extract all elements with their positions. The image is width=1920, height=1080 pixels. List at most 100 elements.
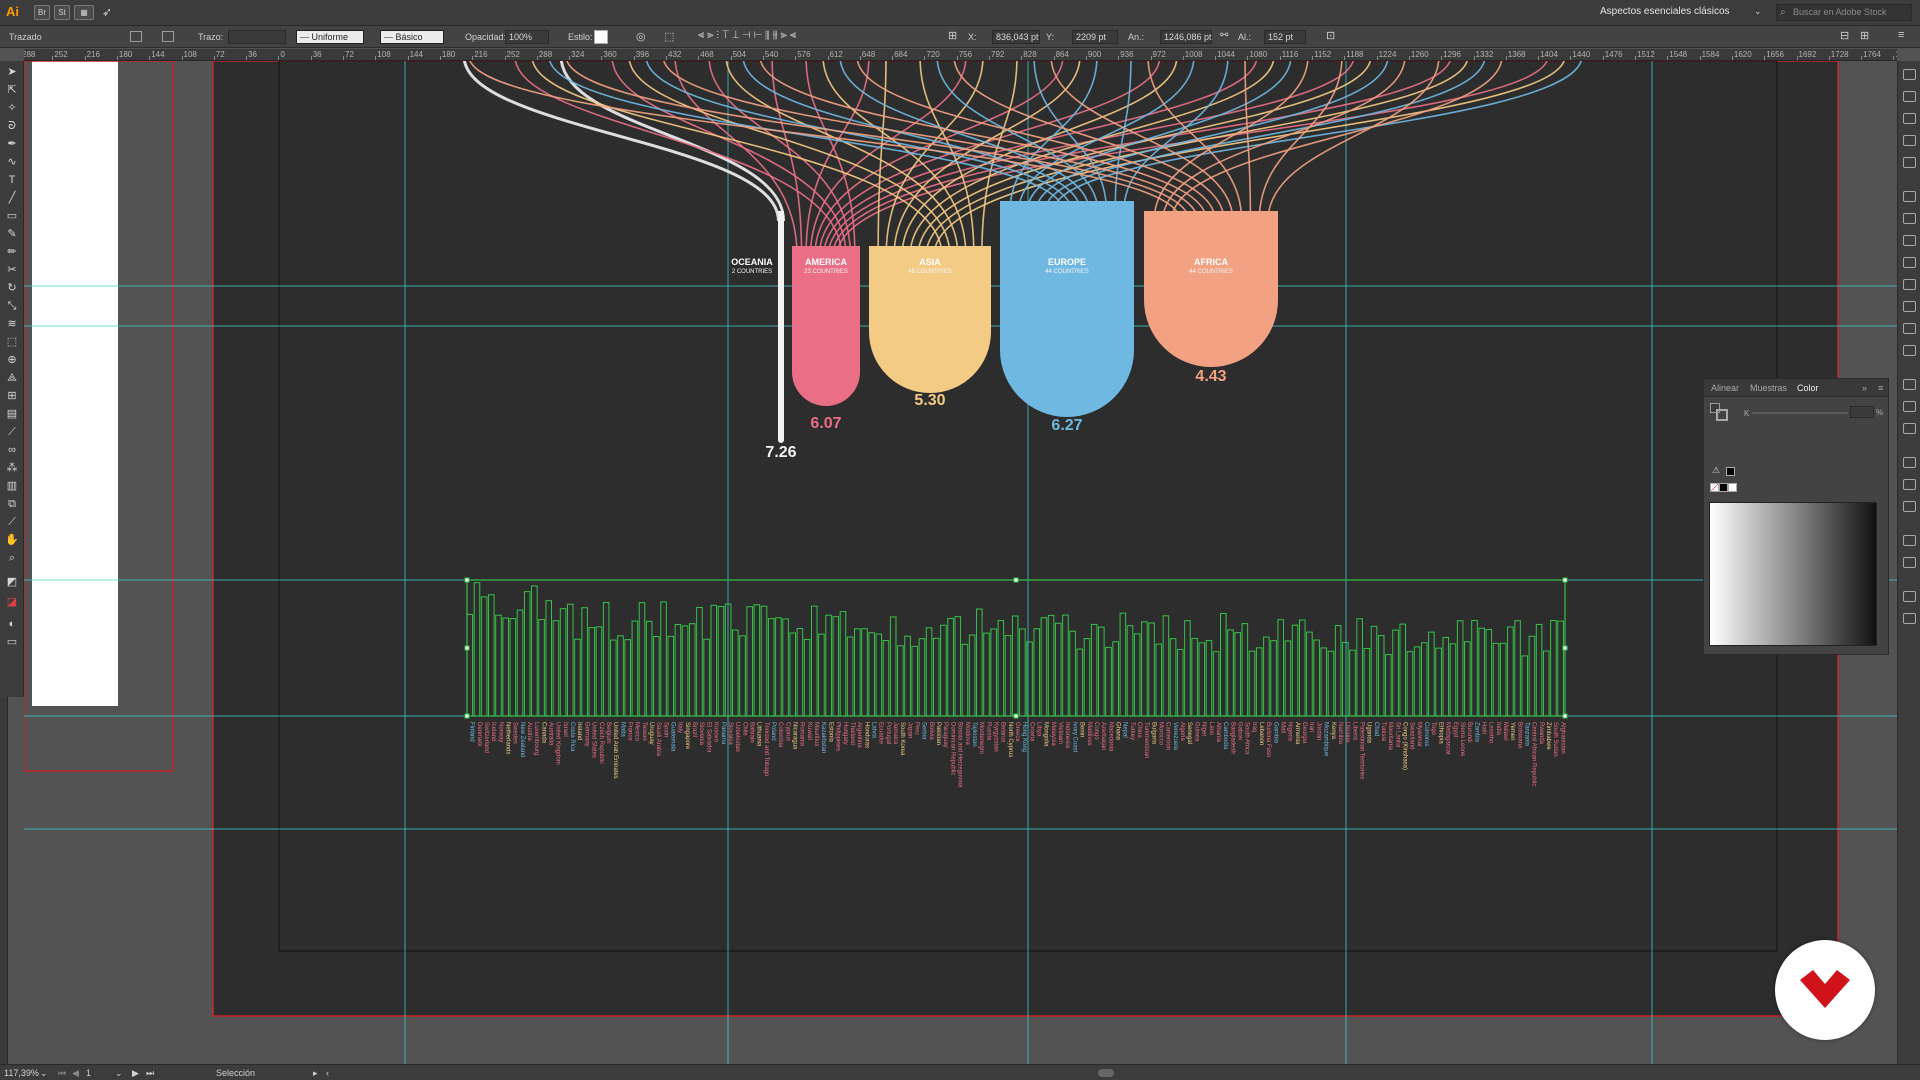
opacity-field[interactable]: 100% [505,30,549,44]
column-graph-tool-icon[interactable]: ▥ [4,479,20,493]
constrain-proportions-icon[interactable]: ⚯ [1220,30,1228,41]
width-field[interactable]: 1246,086 pt [1160,30,1212,44]
black-swatch[interactable] [1726,467,1735,476]
symbol-sprayer-tool-icon[interactable]: ⁂ [4,461,20,475]
color-none-icon[interactable]: ◪ [4,595,20,609]
info-icon[interactable] [1903,557,1916,568]
selection-handle[interactable] [1013,577,1019,583]
selection-handle[interactable] [464,713,470,719]
mesh-tool-icon[interactable]: ⊞ [4,389,20,403]
align-panel-icon[interactable] [1903,379,1916,390]
direct-selection-tool-icon[interactable]: ⇱ [4,83,20,97]
stock-button[interactable]: St [54,5,70,20]
document-canvas[interactable]: OCEANIA 2 COUNTRIES 7.26 AMERICA 23 COUNTRIE… [24,61,1897,1064]
appearance-icon[interactable] [1903,235,1916,246]
next-artboard-icon[interactable]: ▶ [132,1068,139,1079]
pencil-tool-icon[interactable]: ✏ [4,245,20,259]
artboard-tool-icon[interactable]: ⧉ [4,497,20,511]
scissors-tool-icon[interactable]: ✂ [4,263,20,277]
properties-icon[interactable] [1903,113,1916,124]
panel-toggle-icon[interactable]: ⊞ [1860,29,1869,42]
links-icon[interactable] [1903,323,1916,334]
transform-options-icon[interactable]: ⊡ [1326,29,1335,42]
libraries-icon[interactable] [1903,91,1916,102]
tab-alinear[interactable]: Alinear [1711,383,1739,393]
pathfinder-icon[interactable] [1903,401,1916,412]
stroke-indicator[interactable] [1716,409,1728,421]
transform-panel-icon[interactable] [1903,423,1916,434]
artboard-chevron-icon[interactable]: ⌄ [115,1068,123,1079]
out-of-gamut-icon[interactable]: ⚠ [1712,465,1720,476]
height-field[interactable]: 152 pt [1264,30,1306,44]
stroke-panel-icon[interactable] [1903,191,1916,202]
pen-tool-icon[interactable]: ✒ [4,137,20,151]
curvature-tool-icon[interactable]: ∿ [4,155,20,169]
hand-tool-icon[interactable]: ✋ [4,533,20,547]
tab-muestras[interactable]: Muestras [1750,383,1787,393]
control-bar-menu-icon[interactable]: ≡ [1898,29,1904,41]
zoom-level[interactable]: 117,39% [4,1068,39,1078]
screen-mode-icon[interactable]: ▭ [4,635,20,649]
graphic-styles-icon[interactable] [1903,257,1916,268]
fill-swatch-icon[interactable] [130,31,142,42]
artboard[interactable]: OCEANIA 2 COUNTRIES 7.26 AMERICA 23 COUNTRIE… [24,61,1897,1064]
first-artboard-icon[interactable]: ⏮ [58,1068,66,1079]
selection-handle[interactable] [464,577,470,583]
horizontal-ruler[interactable]: 2882522161801441087236036721081441802162… [24,49,1897,61]
type-tool-icon[interactable]: T [4,173,20,187]
selection-handle[interactable] [1562,577,1568,583]
tab-color[interactable]: Color [1797,383,1819,393]
gpu-performance-icon[interactable]: ➶ [102,5,112,19]
artboards-icon[interactable] [1903,301,1916,312]
selection-handle[interactable] [1562,645,1568,651]
stroke-weight-field[interactable] [228,30,286,44]
slice-tool-icon[interactable]: ⟋ [4,515,20,529]
collapse-panel-icon[interactable]: » [1862,383,1867,393]
arrange-icon[interactable]: ⊟ [1840,29,1849,42]
color-spectrum[interactable] [1709,502,1877,646]
align-buttons-icon[interactable]: ⫷⫸⫶⊤⊥⊣⊢⫴⫵⫸⫷ [698,29,799,42]
arrange-documents-icon[interactable]: ▦ [74,5,94,20]
last-artboard-icon[interactable]: ⏭ [146,1068,154,1079]
blend-tool-icon[interactable]: ∞ [4,443,20,457]
k-channel-slider[interactable] [1752,412,1848,414]
brushes-icon[interactable] [1903,135,1916,146]
graphic-style-swatch[interactable] [594,30,608,44]
lasso-tool-icon[interactable]: ᘐ [4,119,20,133]
status-menu-icon[interactable]: ▸ [313,1068,318,1079]
zoom-tool-icon[interactable]: ⌕ [4,551,20,565]
x-field[interactable]: 836,043 pt [992,30,1040,44]
transparency-icon[interactable] [1903,213,1916,224]
actions-icon[interactable] [1903,591,1916,602]
previous-artboard-icon[interactable]: ◀ [72,1068,79,1079]
eyedropper-tool-icon[interactable]: ⟋ [4,425,20,439]
transform-reference-icon[interactable]: ⊞ [948,29,957,42]
none-swatch[interactable] [1710,483,1719,492]
gradient-tool-icon[interactable]: ▤ [4,407,20,421]
color-guide-icon[interactable] [1903,69,1916,80]
glyphs-icon[interactable] [1903,613,1916,624]
selection-handle[interactable] [1562,713,1568,719]
k-channel-field[interactable] [1850,406,1874,418]
line-tool-icon[interactable]: ╱ [4,191,20,205]
layers-icon[interactable] [1903,279,1916,290]
selection-handle[interactable] [1013,713,1019,719]
opentype-icon[interactable] [1903,501,1916,512]
workspace-chevron-icon[interactable]: ⌄ [1754,6,1762,17]
black-quick-swatch[interactable] [1719,483,1728,492]
horizontal-scroll-thumb[interactable] [1098,1069,1114,1077]
scale-tool-icon[interactable]: ⤡ [4,299,20,313]
recolor-artwork-icon[interactable]: ◎ [636,30,646,43]
scroll-left-icon[interactable]: ‹ [326,1068,329,1078]
brush-definition[interactable]: ⎯⎯ Básico [380,30,444,44]
symbols-icon[interactable] [1903,157,1916,168]
asset-export-icon[interactable] [1903,345,1916,356]
perspective-grid-tool-icon[interactable]: ⟁ [4,371,20,385]
navigator-icon[interactable] [1903,535,1916,546]
rotate-tool-icon[interactable]: ↻ [4,281,20,295]
stock-search-input[interactable]: ⌕ Buscar en Adobe Stock [1776,4,1912,21]
draw-mode-icon[interactable]: ◐ [4,617,20,631]
panel-menu-icon[interactable]: ≡ [1878,383,1883,393]
character-icon[interactable] [1903,457,1916,468]
stroke-swatch-icon[interactable] [162,31,174,42]
